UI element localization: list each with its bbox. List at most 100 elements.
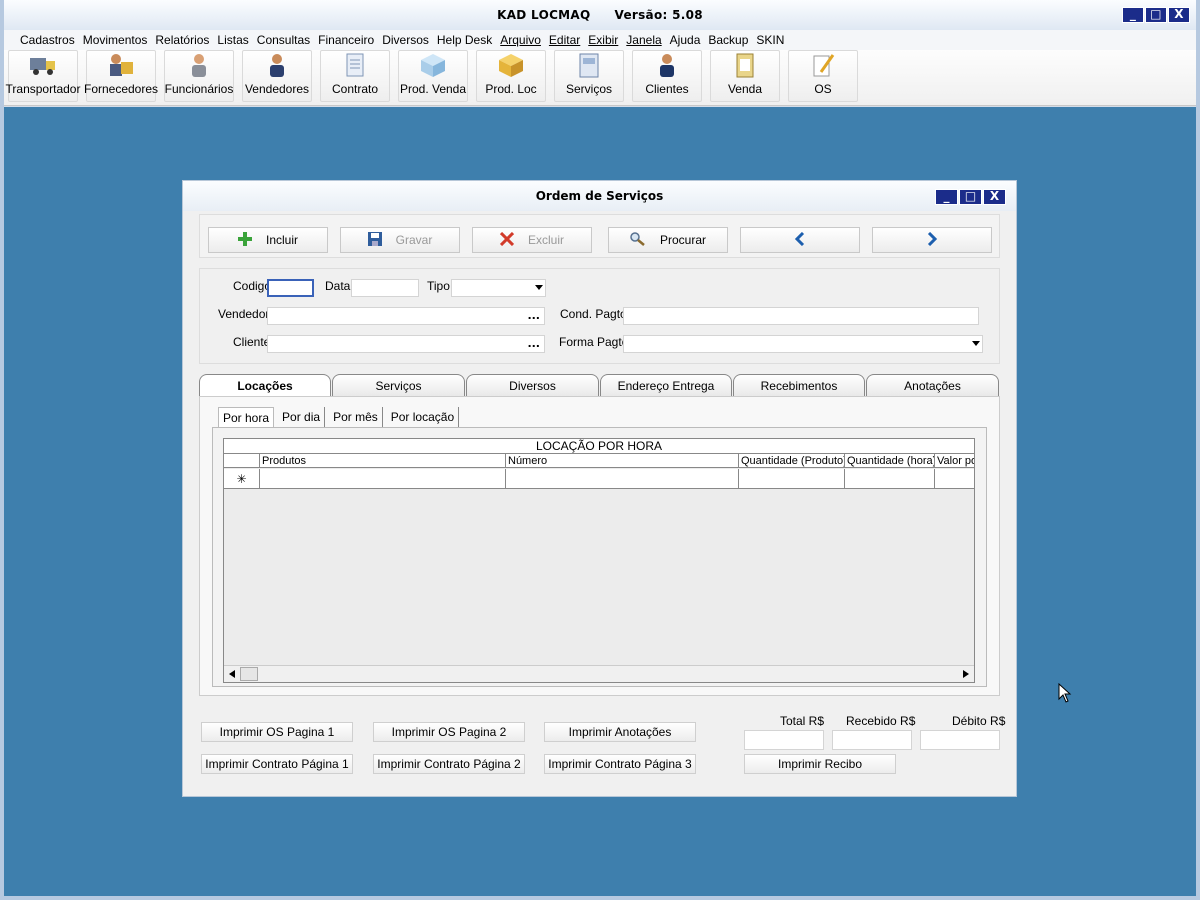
forma-pagto-select[interactable]	[623, 335, 983, 353]
menu-skin[interactable]: SKIN	[752, 33, 788, 47]
vendedor-lookup-button[interactable]: ...	[527, 308, 540, 323]
app-window-controls: _ □ X	[1122, 7, 1190, 23]
tab-anotacoes[interactable]: Anotações	[866, 374, 999, 396]
dialog-window-controls: _ □ X	[935, 189, 1006, 205]
vendedor-input[interactable]: ...	[267, 307, 545, 325]
menu-editar[interactable]: Editar	[545, 33, 584, 47]
row-selector-header	[224, 454, 260, 468]
cell-valor[interactable]	[935, 469, 974, 489]
imprimir-contrato-pagina-1-button[interactable]: Imprimir Contrato Página 1	[201, 754, 353, 774]
cliente-lookup-button[interactable]: ...	[527, 336, 540, 351]
data-input[interactable]	[351, 279, 419, 297]
codigo-label: Codigo	[233, 279, 272, 293]
toolbar-servicos-button[interactable]: Serviços	[554, 50, 624, 102]
close-button[interactable]: X	[1168, 7, 1190, 23]
toolbar-transportador-button[interactable]: Transportador	[6, 50, 80, 102]
data-label: Data	[325, 279, 351, 293]
column-numero[interactable]: Número	[506, 454, 739, 468]
toolbar-clientes-button[interactable]: Clientes	[632, 50, 702, 102]
menu-relatorios[interactable]: Relatórios	[151, 33, 213, 47]
dialog-maximize-button[interactable]: □	[959, 189, 982, 205]
scroll-left-icon[interactable]	[224, 666, 240, 682]
column-quantidade-hora[interactable]: Quantidade (hora)	[845, 454, 935, 468]
dialog-close-button[interactable]: X	[983, 189, 1006, 205]
cell-numero[interactable]	[506, 469, 739, 489]
procurar-label: Procurar	[659, 233, 706, 247]
toolbar-os-button[interactable]: OS	[788, 50, 858, 102]
column-quantidade-produto[interactable]: Quantidade (Produto)	[739, 454, 845, 468]
minimize-button[interactable]: _	[1122, 7, 1144, 23]
next-record-button[interactable]	[872, 227, 992, 253]
menu-backup[interactable]: Backup	[704, 33, 752, 47]
tab-recebimentos[interactable]: Recebimentos	[733, 374, 865, 396]
cliente-input[interactable]: ...	[267, 335, 545, 353]
toolbar-venda-button[interactable]: Venda	[710, 50, 780, 102]
column-produtos[interactable]: Produtos	[260, 454, 506, 468]
toolbar-label: Vendedores	[244, 82, 310, 96]
menu-diversos[interactable]: Diversos	[378, 33, 433, 47]
subtab-por-hora[interactable]: Por hora	[218, 407, 275, 427]
tab-locacoes[interactable]: Locações	[199, 374, 331, 397]
imprimir-contrato-pagina-3-button[interactable]: Imprimir Contrato Página 3	[544, 754, 696, 774]
subtab-por-dia[interactable]: Por dia	[278, 407, 326, 427]
imprimir-anotacoes-button[interactable]: Imprimir Anotações	[544, 722, 696, 742]
procurar-button[interactable]: Procurar	[608, 227, 728, 253]
imprimir-os-pagina-1-button[interactable]: Imprimir OS Pagina 1	[201, 722, 353, 742]
toolbar-vendedores-button[interactable]: Vendedores	[242, 50, 312, 102]
recebido-field[interactable]	[832, 730, 912, 750]
menu-listas[interactable]: Listas	[213, 33, 252, 47]
toolbar-contrato-button[interactable]: Contrato	[320, 50, 390, 102]
maximize-button[interactable]: □	[1145, 7, 1167, 23]
tab-servicos[interactable]: Serviços	[332, 374, 465, 396]
menu-janela[interactable]: Janela	[622, 33, 665, 47]
scroll-thumb[interactable]	[240, 667, 258, 681]
dialog-minimize-button[interactable]: _	[935, 189, 958, 205]
cell-produtos[interactable]	[260, 469, 506, 489]
horizontal-scrollbar[interactable]	[224, 665, 974, 682]
app-titlebar: KAD LOCMAQ Versão: 5.08 _ □ X	[4, 0, 1196, 30]
cell-quantidade-produto[interactable]	[739, 469, 845, 489]
incluir-label: Incluir	[265, 233, 298, 247]
rental-period-tabs: Por hora Por dia Por mês Por locação	[218, 407, 463, 427]
app-name: KAD LOCMAQ	[497, 8, 591, 22]
gravar-button[interactable]: Gravar	[340, 227, 460, 253]
toolbar-fornecedores-button[interactable]: Fornecedores	[83, 50, 159, 102]
excluir-button[interactable]: Excluir	[472, 227, 592, 253]
toolbar-funcionarios-button[interactable]: Funcionários	[164, 50, 234, 102]
subtab-por-mes[interactable]: Por mês	[329, 407, 383, 427]
total-field[interactable]	[744, 730, 824, 750]
cond-pagto-input[interactable]	[623, 307, 979, 325]
dialog-title: Ordem de Serviços	[535, 189, 664, 203]
menu-arquivo[interactable]: Arquivo	[496, 33, 545, 47]
tab-endereco-entrega[interactable]: Endereço Entrega	[600, 374, 732, 396]
menu-cadastros[interactable]: Cadastros	[16, 33, 79, 47]
table-row[interactable]: ✳	[224, 469, 974, 489]
toolbar-prod-venda-button[interactable]: Prod. Venda	[398, 50, 468, 102]
previous-record-button[interactable]	[740, 227, 860, 253]
debito-field[interactable]	[920, 730, 1000, 750]
tipo-select[interactable]	[451, 279, 546, 297]
menu-help-desk[interactable]: Help Desk	[433, 33, 496, 47]
menu-exibir[interactable]: Exibir	[584, 33, 622, 47]
subtab-por-locacao[interactable]: Por locação	[387, 407, 460, 427]
cond-pagto-label: Cond. Pagto	[560, 307, 627, 321]
toolbar-label: Fornecedores	[83, 82, 159, 96]
incluir-button[interactable]: Incluir	[208, 227, 328, 253]
menu-financeiro[interactable]: Financeiro	[314, 33, 378, 47]
column-valor[interactable]: Valor po	[935, 454, 974, 468]
tab-diversos[interactable]: Diversos	[466, 374, 599, 396]
scroll-right-icon[interactable]	[958, 666, 974, 682]
codigo-input[interactable]	[267, 279, 314, 297]
cell-quantidade-hora[interactable]	[845, 469, 935, 489]
clients-icon	[653, 51, 681, 78]
imprimir-recibo-button[interactable]: Imprimir Recibo	[744, 754, 896, 774]
locacao-grid[interactable]: LOCAÇÃO POR HORA Produtos Número Quantid…	[223, 438, 975, 683]
menu-movimentos[interactable]: Movimentos	[79, 33, 152, 47]
toolbar-prod-loc-button[interactable]: Prod. Loc	[476, 50, 546, 102]
imprimir-os-pagina-2-button[interactable]: Imprimir OS Pagina 2	[373, 722, 525, 742]
search-icon	[630, 231, 646, 249]
menu-ajuda[interactable]: Ajuda	[666, 33, 705, 47]
menu-consultas[interactable]: Consultas	[253, 33, 314, 47]
imprimir-contrato-pagina-2-button[interactable]: Imprimir Contrato Página 2	[373, 754, 525, 774]
main-tabs: Locações Serviços Diversos Endereço Entr…	[199, 374, 1000, 397]
